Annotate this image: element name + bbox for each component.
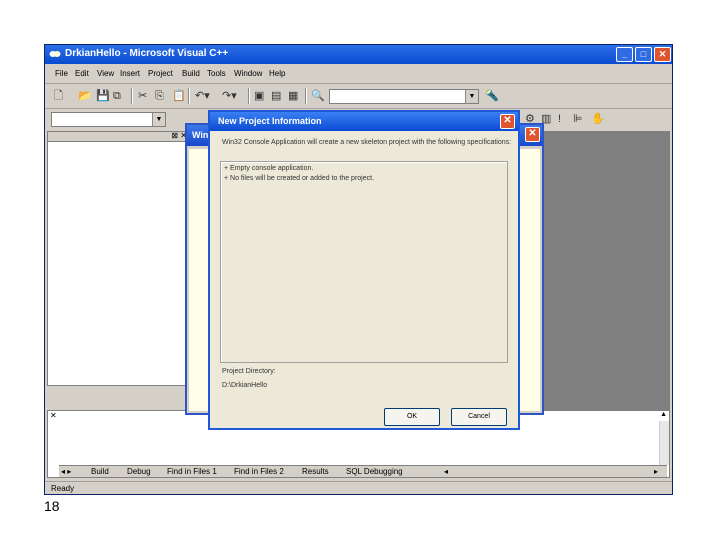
wizard-close-button[interactable]: ✕ xyxy=(525,127,540,142)
project-directory-value: D:\DrkianHello xyxy=(222,382,268,389)
window-title: DrkianHello - Microsoft Visual C++ xyxy=(65,48,229,59)
dialog-description: Win32 Console Application will create a … xyxy=(222,139,512,146)
new-project-information-dialog: New Project Information ✕ Win32 Console … xyxy=(208,110,520,430)
toolbar-separator xyxy=(305,88,307,104)
menu-edit[interactable]: Edit xyxy=(75,69,89,78)
status-bar: Ready xyxy=(45,481,672,494)
copy-icon[interactable]: ⎘ xyxy=(155,89,164,103)
horizontal-scroll-right-icon[interactable]: ▸ xyxy=(654,467,658,476)
tab-results[interactable]: Results xyxy=(302,467,329,476)
menu-window[interactable]: Window xyxy=(234,69,262,78)
vertical-scrollbar[interactable] xyxy=(659,421,669,465)
tab-sql-debugging[interactable]: SQL Debugging xyxy=(346,467,403,476)
menu-bar: File Edit View Insert Project Build Tool… xyxy=(45,65,672,84)
toolbar-separator xyxy=(188,88,190,104)
find-in-files-icon[interactable]: 🔍 xyxy=(311,89,325,103)
cut-icon[interactable]: ✂ xyxy=(138,89,147,103)
new-text-file-icon[interactable]: 🗋 xyxy=(54,89,63,103)
dialog-title: New Project Information xyxy=(218,116,322,126)
close-icon[interactable]: ✕ xyxy=(50,411,57,420)
hand-icon[interactable]: ✋ xyxy=(591,112,605,126)
tab-find-in-files-1[interactable]: Find in Files 1 xyxy=(167,467,217,476)
chevron-down-icon[interactable]: ▼ xyxy=(465,90,478,103)
standard-toolbar: 🗋 📂 💾 ⧉ ✂ ⎘ 📋 ↶▾ ↷▾ ▣ ▤ ▦ 🔍 ▼ 🔦 xyxy=(45,85,672,109)
menu-file[interactable]: File xyxy=(55,69,68,78)
wizard-title: Win xyxy=(192,130,209,140)
spec-line: + Empty console application. xyxy=(224,165,314,172)
tab-scroll-icon[interactable]: ◂ ▸ xyxy=(61,467,71,476)
save-icon[interactable]: 💾 xyxy=(96,89,110,103)
minimize-button[interactable]: _ xyxy=(616,47,633,62)
menu-tools[interactable]: Tools xyxy=(207,69,226,78)
workspace-pane[interactable]: ⊠ ✕ xyxy=(47,131,190,386)
scroll-up-icon[interactable]: ▲ xyxy=(660,411,667,418)
output-tab-bar: ◂ ▸ Build Debug Find in Files 1 Find in … xyxy=(59,465,667,477)
menu-project[interactable]: Project xyxy=(148,69,173,78)
toolbar-separator xyxy=(131,88,133,104)
status-text: Ready xyxy=(51,484,75,493)
app-icon xyxy=(49,51,61,57)
tab-debug[interactable]: Debug xyxy=(127,467,151,476)
tab-find-in-files-2[interactable]: Find in Files 2 xyxy=(234,467,284,476)
workspace-bar: ⊠ ✕ xyxy=(48,131,189,142)
redo-icon[interactable]: ↷▾ xyxy=(222,89,237,103)
undo-icon[interactable]: ↶▾ xyxy=(195,89,210,103)
execute-icon[interactable]: ! xyxy=(558,112,561,126)
save-all-icon[interactable]: ⧉ xyxy=(113,89,121,103)
workspace-icon[interactable]: ▣ xyxy=(254,89,264,103)
spec-line: + No files will be created or added to t… xyxy=(224,175,375,182)
dialog-close-button[interactable]: ✕ xyxy=(500,114,515,129)
ok-button[interactable]: OK xyxy=(384,408,440,426)
horizontal-scroll-left-icon[interactable]: ◂ xyxy=(444,467,448,476)
class-combo[interactable]: ▼ xyxy=(51,112,166,127)
cancel-button[interactable]: Cancel xyxy=(451,408,507,426)
menu-build[interactable]: Build xyxy=(182,69,200,78)
menu-help[interactable]: Help xyxy=(269,69,285,78)
project-directory-label: Project Directory: xyxy=(222,368,276,375)
open-icon[interactable]: 📂 xyxy=(78,89,92,103)
output-icon[interactable]: ▤ xyxy=(271,89,281,103)
tab-build[interactable]: Build xyxy=(91,467,109,476)
window-list-icon[interactable]: ▦ xyxy=(288,89,298,103)
menu-insert[interactable]: Insert xyxy=(120,69,140,78)
page-number: 18 xyxy=(44,498,60,514)
insert-breakpoint-icon[interactable]: ⊫ xyxy=(573,112,583,126)
toolbar-separator xyxy=(248,88,250,104)
find-icon[interactable]: 🔦 xyxy=(485,89,499,103)
maximize-button[interactable]: □ xyxy=(635,47,652,62)
dialog-titlebar[interactable]: New Project Information ✕ xyxy=(210,112,518,131)
specifications-box[interactable]: + Empty console application. + No files … xyxy=(220,161,508,363)
menu-view[interactable]: View xyxy=(97,69,114,78)
find-combo[interactable]: ▼ xyxy=(329,89,479,104)
main-titlebar[interactable]: DrkianHello - Microsoft Visual C++ _ □ ✕ xyxy=(45,45,672,64)
chevron-down-icon[interactable]: ▼ xyxy=(152,113,165,126)
paste-icon[interactable]: 📋 xyxy=(172,89,186,103)
close-button[interactable]: ✕ xyxy=(654,47,671,62)
